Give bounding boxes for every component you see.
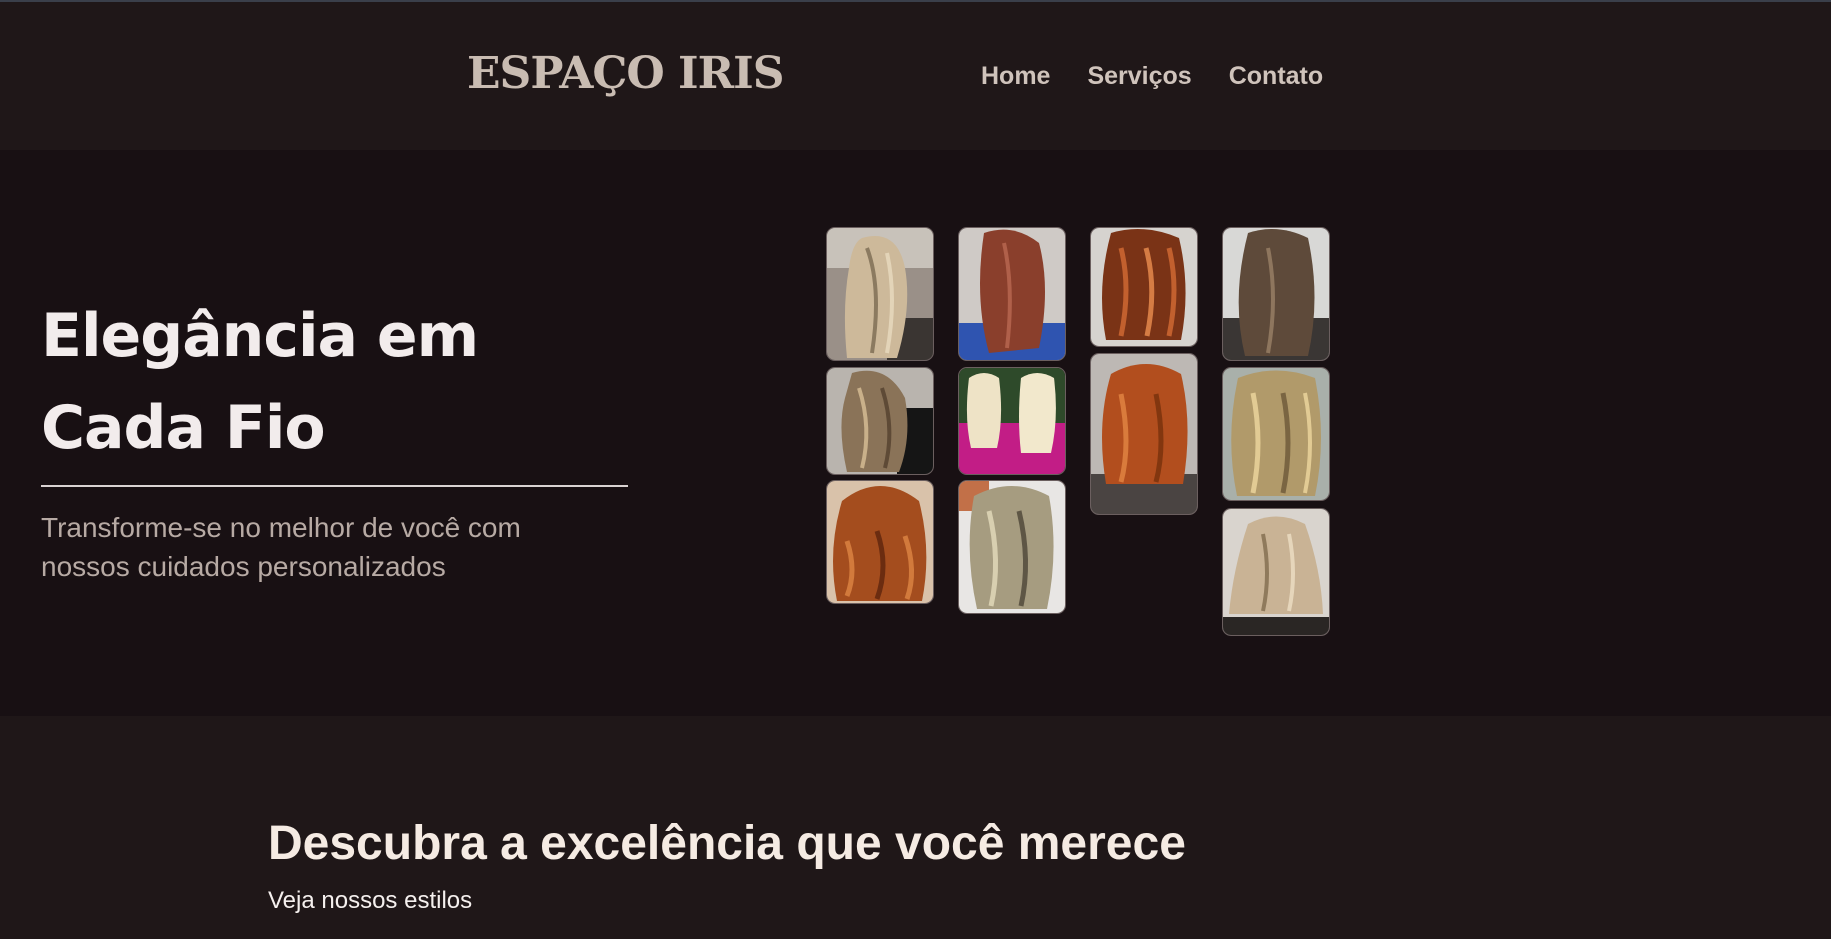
gallery-image[interactable]: [826, 480, 934, 604]
section-subtitle: Veja nossos estilos: [268, 887, 473, 914]
nav-home-link[interactable]: Home: [981, 62, 1050, 91]
main-navigation: Home Serviços Contato: [981, 62, 1323, 91]
site-header: ESPAÇO IRIS Home Serviços Contato: [0, 2, 1831, 150]
gallery-image[interactable]: [1222, 367, 1330, 501]
brand-logo[interactable]: ESPAÇO IRIS: [467, 48, 785, 99]
gallery-image[interactable]: [958, 227, 1066, 361]
hero-divider: [41, 485, 628, 487]
section-title: Descubra a excelência que você merece: [268, 817, 1186, 870]
hero-subtitle: Transforme-se no melhor de você com noss…: [41, 512, 521, 582]
nav-contact-link[interactable]: Contato: [1229, 62, 1323, 91]
gallery-image[interactable]: [1222, 508, 1330, 636]
styles-section: Descubra a excelência que você merece Ve…: [0, 716, 1831, 939]
gallery-image[interactable]: [958, 480, 1066, 614]
gallery-image[interactable]: [826, 367, 934, 475]
nav-services-link[interactable]: Serviços: [1087, 62, 1191, 91]
hero-section: Elegância em Cada Fio Transforme-se no m…: [0, 150, 1831, 716]
gallery-image[interactable]: [1222, 227, 1330, 361]
hero-title: Elegância em Cada Fio: [41, 301, 479, 463]
gallery-image[interactable]: [958, 367, 1066, 475]
gallery-image[interactable]: [1090, 353, 1198, 515]
gallery-image[interactable]: [1090, 227, 1198, 347]
gallery-image[interactable]: [826, 227, 934, 361]
